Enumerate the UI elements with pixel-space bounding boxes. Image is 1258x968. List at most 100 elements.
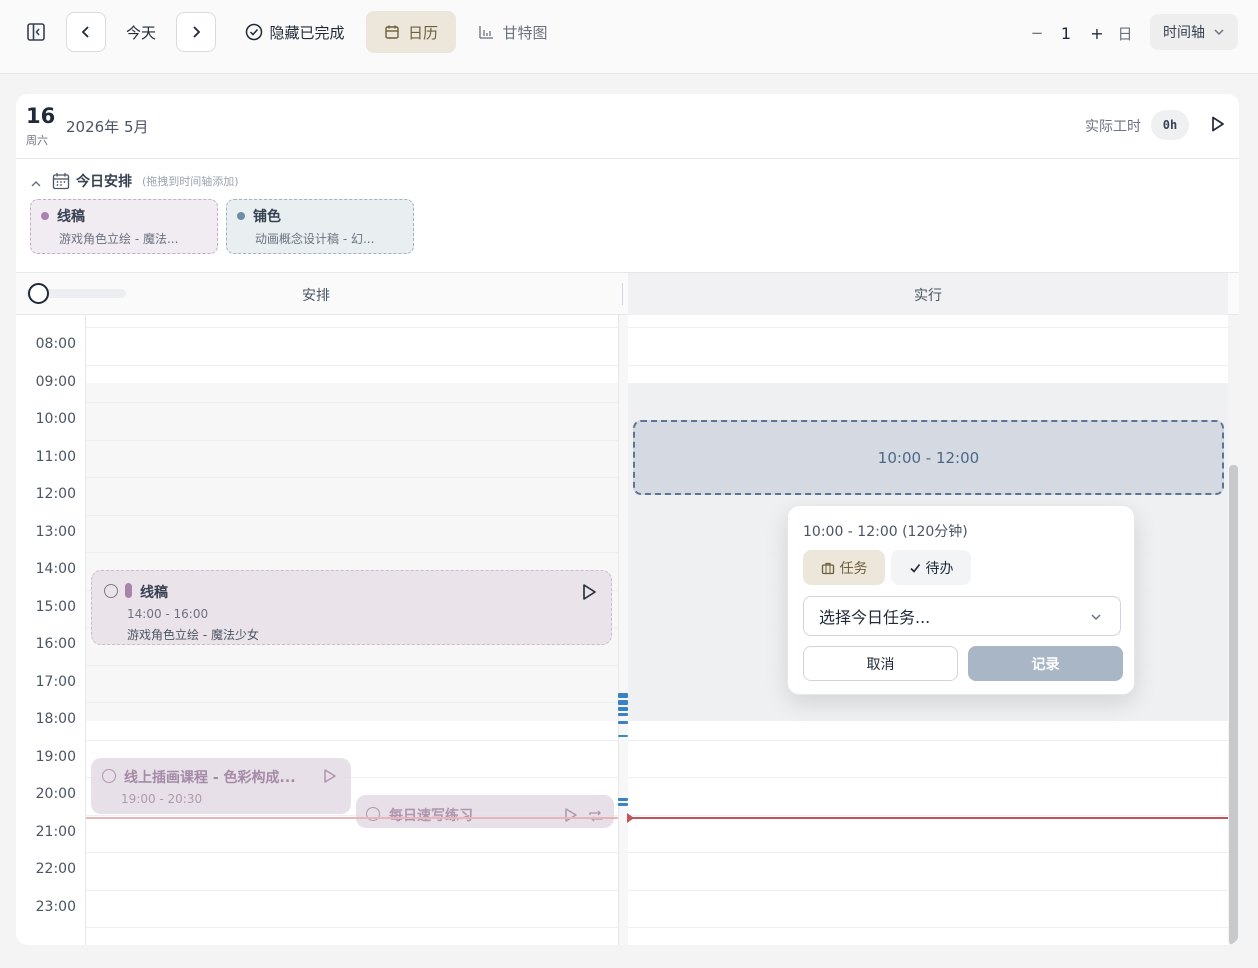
record-button[interactable]: 记录 (968, 646, 1123, 681)
zoom-in-button[interactable]: + (1086, 20, 1108, 46)
hide-completed-button[interactable]: 隐藏已完成 (240, 12, 350, 52)
grid-line (628, 927, 1228, 928)
exec-column-title: 实行 (914, 288, 942, 304)
grid-line (86, 402, 618, 403)
popover-tab-task[interactable]: 任务 (803, 550, 885, 585)
hour-label: 22:00 (35, 861, 76, 877)
today-plan-title: 今日安排 (拖拽到时间轴添加) (52, 171, 239, 191)
grid-line (86, 702, 618, 703)
time-axis-border (85, 315, 86, 945)
chip-title: 铺色 (253, 209, 281, 225)
current-time-marker (627, 813, 634, 823)
gutter-marker (618, 798, 628, 801)
hour-label: 17:00 (35, 673, 76, 690)
hour-label: 15:00 (35, 598, 76, 615)
hour-label: 23:00 (35, 898, 76, 915)
chip-title: 线稿 (57, 209, 85, 225)
plan-chip-coloring[interactable]: 铺色 动画概念设计稿 - 幻... (226, 199, 414, 254)
grid-line (628, 327, 1228, 328)
grid-line (628, 889, 1228, 891)
repeat-icon (589, 810, 603, 822)
grid-line (86, 514, 618, 516)
exec-selection-block[interactable]: 10:00 - 12:00 (633, 420, 1224, 495)
today-task-select-placeholder: 选择今日任务... (819, 608, 931, 627)
gutter-marker (618, 803, 628, 806)
next-day-button[interactable] (176, 12, 216, 52)
hide-completed-label: 隐藏已完成 (269, 23, 345, 42)
timeline-scrollbar-thumb[interactable] (1229, 465, 1238, 945)
grid-line (86, 927, 618, 928)
prev-day-button[interactable] (66, 12, 106, 52)
event-title: 线稿 (140, 585, 168, 601)
zoom-out-button[interactable]: − (1026, 20, 1048, 46)
today-button[interactable]: 今天 (118, 12, 164, 52)
play-icon (565, 808, 577, 822)
grid-line (628, 814, 1228, 816)
grid-line (628, 402, 1228, 403)
plan-event-course[interactable]: 线上插画课程 - 色彩构成... 19:00 - 20:30 (91, 758, 351, 814)
hour-label: 20:00 (35, 786, 76, 802)
grid-line (86, 664, 618, 666)
grid-line (86, 739, 618, 741)
column-header: 安排 实行 (16, 273, 1239, 315)
popover-time-range: 10:00 - 12:00 (120分钟) (803, 524, 968, 540)
column-divider (622, 283, 623, 305)
popover-tab-task-label: 任务 (839, 560, 868, 577)
date-header: 16 周六 2026年 5月 实际工时 0h (16, 94, 1239, 159)
today-plan-label: 今日安排 (76, 174, 132, 190)
gutter-marker (618, 713, 628, 716)
cancel-button[interactable]: 取消 (803, 646, 958, 681)
event-play-button[interactable] (581, 583, 597, 605)
collapse-plan-button[interactable] (30, 175, 42, 194)
hour-label: 18:00 (35, 711, 76, 727)
hour-label: 21:00 (35, 823, 76, 840)
hour-label: 14:00 (35, 561, 76, 577)
popover-tab-todo[interactable]: 待办 (891, 550, 971, 585)
exec-column-header: 实行 (628, 273, 1228, 315)
plan-event-lineart[interactable]: 线稿 14:00 - 16:00 游戏角色立绘 - 魔法少女 (91, 570, 612, 645)
chevron-right-icon (193, 26, 201, 38)
view-mode-select[interactable]: 时间轴 (1150, 14, 1238, 50)
hour-label: 19:00 (35, 748, 76, 765)
chevron-down-icon (1091, 614, 1101, 621)
today-plan-section: 今日安排 (拖拽到时间轴添加) 线稿 游戏角色立绘 - 魔法... 铺色 动画概… (16, 159, 1239, 273)
year-month-label: 2026年 5月 (66, 118, 149, 136)
weekday-label: 周六 (26, 134, 48, 147)
complete-checkbox[interactable] (104, 584, 118, 598)
plan-event-sketch[interactable]: 每日速写练习 (356, 795, 614, 828)
grid-line (86, 477, 618, 478)
current-time-line-exec (628, 817, 1228, 819)
start-timer-button[interactable] (1207, 114, 1227, 138)
hour-label: 12:00 (35, 486, 76, 502)
chevron-up-icon (31, 180, 41, 187)
play-icon (324, 769, 336, 783)
grid-line (86, 364, 618, 366)
complete-checkbox[interactable] (102, 769, 116, 783)
plan-exec-border (618, 315, 619, 945)
plan-chip-lineart[interactable]: 线稿 游戏角色立绘 - 魔法... (30, 199, 218, 254)
today-task-select[interactable]: 选择今日任务... (803, 596, 1121, 636)
event-play-button[interactable] (323, 768, 337, 788)
sidebar-toggle-icon (27, 23, 45, 41)
row-height-slider-handle[interactable] (28, 283, 49, 304)
toggle-sidebar-button[interactable] (20, 16, 52, 48)
play-icon (1212, 116, 1224, 132)
chip-color-dot (41, 212, 49, 220)
check-circle-icon (246, 23, 263, 41)
grid-line (86, 852, 618, 853)
hour-label: 10:00 (35, 411, 76, 427)
grid-line (628, 852, 1228, 853)
gutter-marker (618, 721, 628, 724)
grid-line (628, 777, 1228, 778)
event-title: 线上插画课程 - 色彩构成... (124, 770, 296, 786)
gutter-marker (618, 707, 628, 711)
hour-label: 16:00 (35, 636, 76, 652)
calendar-view-tab[interactable]: 日历 (366, 11, 456, 53)
hour-label: 08:00 (35, 336, 76, 352)
column-gutter (619, 315, 628, 945)
play-icon (583, 584, 596, 600)
check-icon (909, 563, 920, 573)
exec-selection-time: 10:00 - 12:00 (877, 448, 980, 467)
grid-line (86, 439, 618, 441)
gantt-view-tab[interactable]: 甘特图 (470, 11, 556, 53)
